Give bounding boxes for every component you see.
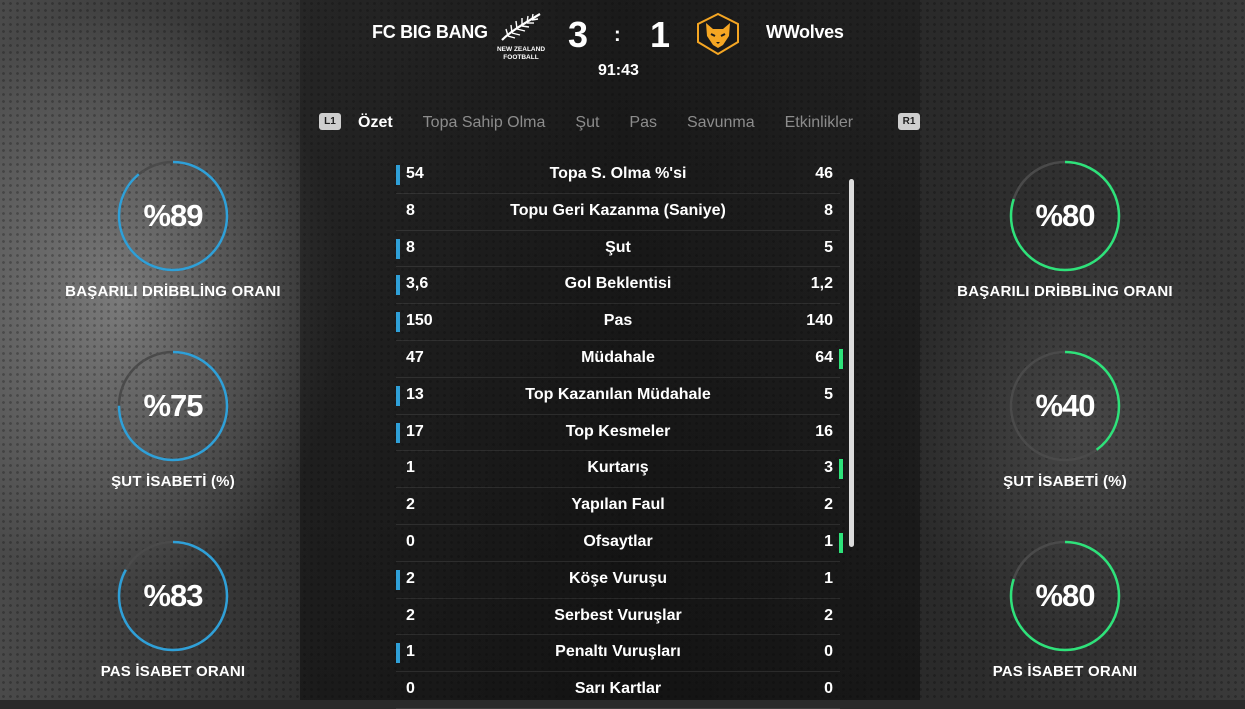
wolf-crest-icon — [694, 12, 742, 56]
away-gauge-3: %80 — [1007, 538, 1123, 654]
stat-row: 0 Ofsaytlar 1 — [396, 525, 843, 562]
stats-table: 54 Topa S. Olma %'si 46 8 Topu Geri Kazanma … — [396, 157, 843, 709]
stat-name: Ofsaytlar — [583, 532, 653, 550]
tab-summary[interactable]: Özet — [358, 114, 393, 132]
stat-name: Serbest Vuruşlar — [554, 606, 682, 624]
home-gauge-3: %83 — [115, 538, 231, 654]
stat-name: Penaltı Vuruşları — [555, 643, 681, 661]
home-gauge-label-1: BAŞARILI DRİBBLİNG ORANI — [65, 283, 281, 300]
score-separator: : — [614, 24, 621, 46]
gauge-value: %40 — [1035, 388, 1095, 423]
gauge-value: %75 — [143, 388, 203, 423]
stat-row: 13 Top Kazanılan Müdahale 5 — [396, 378, 840, 415]
stats-scrollbar[interactable] — [849, 179, 854, 547]
stat-away-value: 64 — [815, 348, 833, 366]
tab-events[interactable]: Etkinlikler — [785, 114, 853, 132]
tab-possession[interactable]: Topa Sahip Olma — [423, 114, 546, 132]
stat-row: 17 Top Kesmeler 16 — [396, 415, 840, 452]
stat-row: 150 Pas 140 — [396, 304, 840, 341]
away-gauge-label-1: BAŞARILI DRİBBLİNG ORANI — [957, 283, 1173, 300]
stat-away-value: 5 — [824, 385, 833, 403]
l1-button-icon[interactable]: L1 — [319, 113, 341, 130]
crest-text-line1: NEW ZEALAND — [497, 46, 545, 53]
stat-row: 2 Serbest Vuruşlar 2 — [396, 599, 840, 636]
home-team-name: FC BIG BANG — [372, 22, 488, 42]
stat-name: Top Kazanılan Müdahale — [525, 385, 711, 403]
home-score: 3 — [568, 14, 589, 55]
stat-row: 1 Kurtarış 3 — [396, 451, 843, 489]
stat-away-value: 1,2 — [810, 275, 833, 293]
stat-away-value: 2 — [824, 496, 833, 514]
stat-row: 47 Müdahale 64 — [396, 341, 843, 378]
stat-row: 0 Sarı Kartlar 0 — [396, 672, 840, 709]
stat-away-value: 46 — [815, 165, 833, 182]
stat-name: Kurtarış — [587, 459, 649, 477]
crest-text-line2: FOOTBALL — [503, 54, 538, 61]
stat-away-value: 16 — [815, 422, 833, 440]
stat-row: 3,6 Gol Beklentisi 1,2 — [396, 267, 840, 305]
stat-row: 8 Topu Geri Kazanma (Saniye) 8 — [396, 194, 840, 231]
tab-defending[interactable]: Savunma — [687, 114, 755, 132]
stat-name: Yapılan Faul — [571, 496, 665, 514]
stat-away-value: 1 — [824, 532, 833, 550]
home-gauge-label-3: PAS İSABET ORANI — [100, 663, 246, 680]
stat-away-value: 3 — [824, 459, 833, 477]
home-gauge-1: %89 — [115, 158, 231, 274]
stat-name: Topu Geri Kazanma (Saniye) — [510, 201, 726, 219]
stat-name: Pas — [603, 312, 633, 330]
away-gauge-label-2: ŞUT İSABETİ (%) — [1003, 473, 1127, 490]
r1-button-icon[interactable]: R1 — [898, 113, 920, 130]
fern-crest-icon: NEW ZEALAND FOOTBALL — [496, 10, 546, 62]
away-score: 1 — [650, 14, 671, 55]
stat-row: 1 Penaltı Vuruşları 0 — [396, 635, 840, 673]
stat-name: Köşe Vuruşu — [568, 569, 668, 587]
gauge-value: %80 — [1035, 578, 1095, 613]
stat-name: Topa S. Olma %'si — [549, 165, 687, 182]
stat-row: 8 Şut 5 — [396, 231, 840, 268]
home-gauge-2: %75 — [115, 348, 231, 464]
stat-away-value: 2 — [824, 606, 833, 624]
stat-away-value: 0 — [824, 643, 833, 661]
stat-away-value: 1 — [824, 569, 833, 587]
stat-row: 2 Yapılan Faul 2 — [396, 488, 840, 525]
stats-tab-bar: Özet Topa Sahip Olma Şut Pas Savunma Etk… — [358, 114, 883, 132]
stat-away-value: 140 — [806, 312, 833, 330]
stat-row: 2 Köşe Vuruşu 1 — [396, 562, 840, 599]
away-gauge-label-3: PAS İSABET ORANI — [992, 663, 1138, 680]
away-gauge-2: %40 — [1007, 348, 1123, 464]
stat-name: Müdahale — [581, 348, 655, 366]
gauge-value: %83 — [143, 578, 203, 613]
stat-away-value: 5 — [824, 238, 833, 256]
stat-row: 54 Topa S. Olma %'si 46 — [396, 157, 840, 194]
stat-name: Top Kesmeler — [565, 422, 671, 440]
tab-shooting[interactable]: Şut — [575, 114, 599, 132]
gauge-value: %80 — [1035, 198, 1095, 233]
tab-passing[interactable]: Pas — [629, 114, 657, 132]
away-gauge-1: %80 — [1007, 158, 1123, 274]
home-gauge-label-2: ŞUT İSABETİ (%) — [111, 473, 235, 490]
stat-name: Gol Beklentisi — [564, 275, 672, 293]
gauge-value: %89 — [143, 198, 203, 233]
match-clock: 91:43 — [598, 62, 639, 79]
away-team-name: WWolves — [766, 22, 844, 42]
stat-away-value: 0 — [824, 680, 833, 698]
stat-name: Şut — [605, 238, 631, 256]
stat-name: Sarı Kartlar — [574, 680, 662, 698]
stat-away-value: 8 — [824, 201, 833, 219]
